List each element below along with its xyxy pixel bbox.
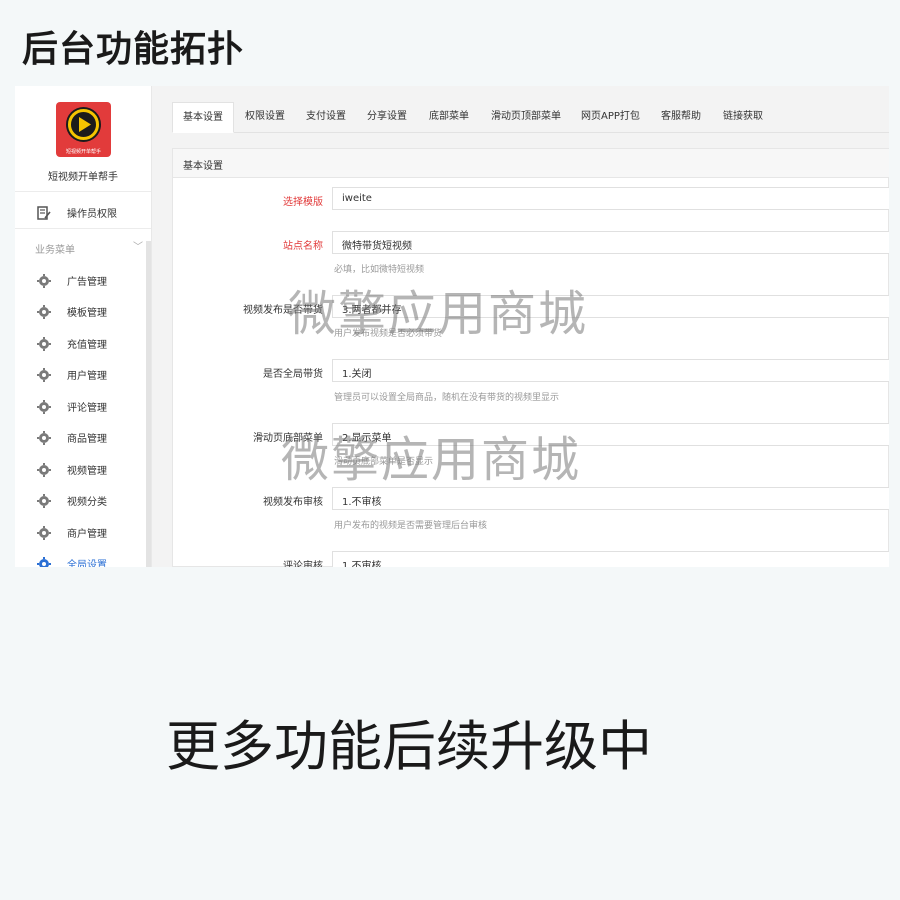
- tab-link-get[interactable]: 链接获取: [713, 102, 773, 132]
- chevron-down-icon[interactable]: ﹀: [133, 238, 143, 253]
- sidebar-item-label: 广告管理: [67, 277, 107, 288]
- sidebar-item-operator-permissions[interactable]: 操作员权限: [15, 197, 151, 227]
- sidebar-item-label: 评论管理: [67, 403, 107, 414]
- divider: [15, 228, 151, 229]
- tab-slide-top-menu[interactable]: 滑动页顶部菜单: [481, 102, 571, 132]
- gear-icon: [37, 336, 51, 351]
- tab-share-settings[interactable]: 分享设置: [357, 102, 417, 132]
- sidebar-item-global-settings[interactable]: 全局设置: [15, 548, 151, 567]
- tab-bar: 基本设置 权限设置 支付设置 分享设置 底部菜单 滑动页顶部菜单 网页APP打包…: [172, 102, 889, 133]
- settings-panel: 基本设置 选择模版 iweite 站点名称 微特带货短视频 必填，比如微特短视频…: [172, 148, 889, 567]
- page-title: 后台功能拓扑: [22, 29, 245, 70]
- sidebar-item-label: 商品管理: [67, 434, 107, 445]
- footer-caption: 更多功能后续升级中: [166, 715, 652, 778]
- gear-icon: [37, 399, 51, 414]
- tab-bottom-menu[interactable]: 底部菜单: [419, 102, 479, 132]
- field-label: 评论审核: [283, 561, 323, 567]
- app-logo: 短视频开单帮手: [56, 102, 111, 157]
- field-label: 视频发布审核: [263, 497, 323, 508]
- field-label: 是否全局带货: [263, 369, 323, 380]
- sidebar-item-users[interactable]: 用户管理: [15, 359, 151, 389]
- gear-icon: [37, 430, 51, 445]
- field-hint: 用户发布的视频是否需要管理后台审核: [334, 521, 488, 531]
- admin-screenshot: 短视频开单帮手 短视频开单帮手 操作员权限 业务菜单 ﹀ 广告管理 模板管理 充…: [15, 86, 889, 567]
- sidebar-item-products[interactable]: 商品管理: [15, 422, 151, 452]
- sidebar: 短视频开单帮手 短视频开单帮手 操作员权限 业务菜单 ﹀ 广告管理 模板管理 充…: [15, 86, 152, 567]
- panel-title: 基本设置: [183, 161, 223, 172]
- gear-icon: [37, 462, 51, 477]
- logo-text: 短视频开单帮手: [65, 149, 101, 155]
- gear-icon: [37, 304, 51, 319]
- tab-basic-settings[interactable]: 基本设置: [172, 102, 234, 133]
- sidebar-item-ads[interactable]: 广告管理: [15, 265, 151, 295]
- field-label: 站点名称: [283, 241, 323, 252]
- sidebar-item-videos[interactable]: 视频管理: [15, 454, 151, 484]
- field-label: 选择模版: [283, 197, 323, 208]
- app-name: 短视频开单帮手: [48, 172, 118, 183]
- sidebar-item-label: 用户管理: [67, 371, 107, 382]
- divider: [15, 191, 151, 192]
- tab-payment-settings[interactable]: 支付设置: [296, 102, 356, 132]
- global-commerce-select[interactable]: 1.关闭: [332, 359, 889, 382]
- edit-document-icon: [37, 205, 51, 220]
- gear-icon: [37, 273, 51, 288]
- play-icon: [66, 107, 101, 142]
- sidebar-item-label: 视频分类: [67, 497, 107, 508]
- sidebar-item-templates[interactable]: 模板管理: [15, 296, 151, 326]
- gear-icon: [37, 556, 51, 567]
- tab-permission-settings[interactable]: 权限设置: [235, 102, 295, 132]
- panel-header: 基本设置: [173, 149, 889, 178]
- sidebar-item-merchants[interactable]: 商户管理: [15, 517, 151, 547]
- tab-webapp-pack[interactable]: 网页APP打包: [571, 102, 650, 132]
- watermark: 微擎应用商城: [281, 432, 582, 488]
- sidebar-item-label: 模板管理: [67, 308, 107, 319]
- watermark: 微擎应用商城: [288, 286, 589, 342]
- sidebar-item-label: 视频管理: [67, 466, 107, 477]
- gear-icon: [37, 367, 51, 382]
- sidebar-item-comments[interactable]: 评论管理: [15, 391, 151, 421]
- gear-icon: [37, 525, 51, 540]
- tab-support-help[interactable]: 客服帮助: [651, 102, 711, 132]
- video-review-select[interactable]: 1.不审核: [332, 487, 889, 510]
- gear-icon: [37, 493, 51, 508]
- sidebar-item-video-categories[interactable]: 视频分类: [15, 485, 151, 515]
- section-label: 业务菜单: [35, 245, 75, 256]
- template-select[interactable]: iweite: [332, 187, 889, 210]
- field-hint: 管理员可以设置全局商品，随机在没有带货的视频里显示: [334, 393, 560, 403]
- sidebar-item-recharge[interactable]: 充值管理: [15, 328, 151, 358]
- sidebar-item-label: 操作员权限: [67, 209, 117, 220]
- sidebar-item-label: 全局设置: [67, 560, 107, 567]
- sidebar-item-label: 充值管理: [67, 340, 107, 351]
- site-name-field[interactable]: 微特带货短视频: [332, 231, 889, 254]
- sidebar-item-label: 商户管理: [67, 529, 107, 540]
- comment-review-select[interactable]: 1.不审核: [332, 551, 889, 567]
